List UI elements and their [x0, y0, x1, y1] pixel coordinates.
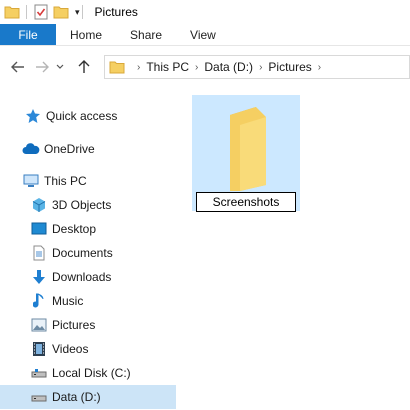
download-arrow-icon [30, 268, 48, 286]
pictures-icon [30, 316, 48, 334]
computer-icon [22, 172, 40, 190]
sidebar-item-label: Pictures [52, 318, 96, 332]
sidebar-item-videos[interactable]: Videos [0, 337, 176, 361]
sidebar-item-documents[interactable]: Documents [0, 241, 176, 265]
sidebar-item-data-d[interactable]: Data (D:) [0, 385, 176, 409]
tab-file[interactable]: File [0, 24, 56, 45]
sidebar-item-label: 3D Objects [52, 198, 112, 212]
sidebar-item-quick-access[interactable]: Quick access [0, 104, 176, 128]
breadcrumb-this-pc[interactable]: This PC [146, 60, 189, 74]
sidebar-item-downloads[interactable]: Downloads [0, 265, 176, 289]
window-title: Pictures [94, 5, 138, 19]
ribbon-tabs: File Home Share View [0, 24, 410, 46]
sidebar-item-pictures[interactable]: Pictures [0, 313, 176, 337]
navigation-pane: Quick access OneDrive This PC 3D Objects… [0, 100, 176, 410]
star-icon [24, 107, 42, 125]
properties-icon[interactable] [33, 4, 49, 20]
chevron-right-icon[interactable]: › [137, 62, 140, 73]
sidebar-item-this-pc[interactable]: This PC [0, 169, 176, 193]
film-icon [30, 340, 48, 358]
sidebar-item-desktop[interactable]: Desktop [0, 217, 176, 241]
drive-icon [30, 364, 48, 382]
tab-home[interactable]: Home [56, 24, 116, 45]
sidebar-item-label: Data (D:) [52, 390, 101, 404]
tab-view[interactable]: View [176, 24, 230, 45]
sidebar-item-label: OneDrive [44, 142, 95, 156]
sidebar-item-label: Music [52, 294, 84, 308]
music-note-icon [30, 292, 48, 310]
navigation-row: › This PC › Data (D:) › Pictures › [0, 46, 410, 88]
chevron-right-icon[interactable]: › [195, 62, 198, 73]
sidebar-item-label: This PC [44, 174, 87, 188]
file-list[interactable]: Screenshots [176, 88, 410, 410]
address-bar[interactable]: › This PC › Data (D:) › Pictures › [104, 55, 410, 79]
forward-arrow-icon[interactable] [30, 55, 54, 79]
sidebar-item-onedrive[interactable]: OneDrive [0, 137, 176, 161]
sidebar-item-local-disk-c[interactable]: Local Disk (C:) [0, 361, 176, 385]
sidebar-item-label: Desktop [52, 222, 97, 236]
sidebar-item-music[interactable]: Music [0, 289, 176, 313]
back-arrow-icon[interactable] [6, 55, 30, 79]
drive-icon [30, 388, 48, 406]
chevron-right-icon[interactable]: › [318, 62, 321, 73]
new-folder-icon[interactable] [53, 4, 69, 20]
chevron-right-icon[interactable]: › [259, 62, 262, 73]
sidebar-item-label: Local Disk (C:) [52, 366, 131, 380]
title-separator [81, 5, 83, 19]
cube-icon [30, 196, 48, 214]
folder-icon[interactable] [4, 4, 20, 20]
breadcrumb-data-d[interactable]: Data (D:) [204, 60, 253, 74]
up-arrow-icon[interactable] [72, 55, 96, 79]
cloud-icon [22, 140, 40, 158]
sidebar-item-label: Videos [52, 342, 89, 356]
recent-locations-chevron-icon[interactable] [54, 55, 66, 79]
tab-share[interactable]: Share [116, 24, 176, 45]
sidebar-item-label: Downloads [52, 270, 112, 284]
folder-icon [109, 60, 125, 74]
breadcrumb-pictures[interactable]: Pictures [268, 60, 311, 74]
rename-input[interactable]: Screenshots [196, 192, 296, 212]
sidebar-item-label: Documents [52, 246, 113, 260]
customize-toolbar-dropdown-icon[interactable]: ▾ [75, 7, 80, 18]
toolbar-separator [26, 5, 27, 19]
desktop-icon [30, 220, 48, 238]
sidebar-item-label: Quick access [46, 109, 118, 123]
document-icon [30, 244, 48, 262]
sidebar-item-3d-objects[interactable]: 3D Objects [0, 193, 176, 217]
title-bar: ▾ Pictures [0, 0, 410, 24]
folder-icon [216, 103, 276, 194]
